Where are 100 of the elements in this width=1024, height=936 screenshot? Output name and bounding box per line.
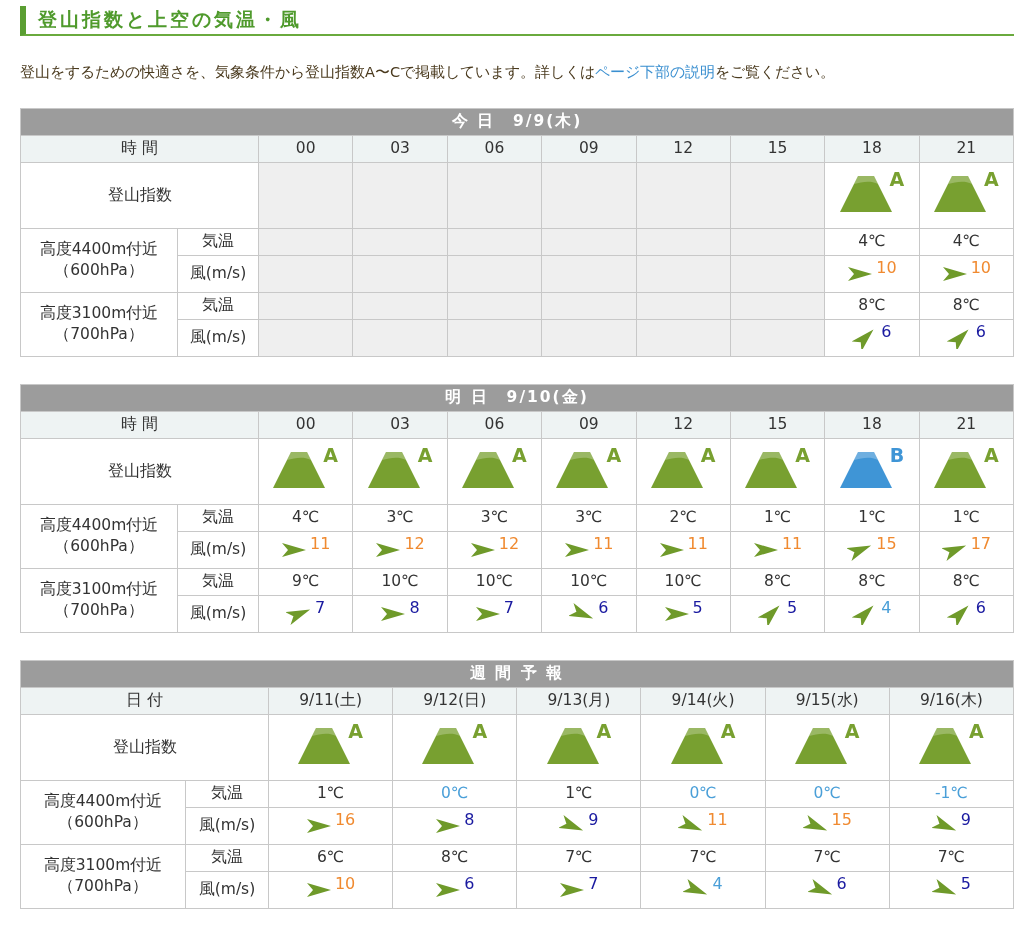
column-header: 9/12(日) [392, 687, 517, 715]
row-header: 気温 [185, 844, 269, 872]
temperature-value: 7℃ [640, 844, 766, 872]
column-header: 時 間 [20, 411, 259, 439]
wind-speed: 6 [464, 873, 475, 893]
index-grade: A [606, 445, 622, 465]
temperature-value: 0℃ [765, 780, 890, 808]
row-header: 登山指数 [20, 162, 259, 229]
wind-speed: 6 [975, 597, 986, 617]
pressure-label: （600hPa） [53, 536, 145, 558]
index-grade: A [795, 445, 810, 465]
temperature-value: 8℃ [824, 292, 920, 320]
column-header: 9/15(水) [765, 687, 890, 715]
wind-speed: 8 [409, 597, 420, 617]
row-header: 気温 [185, 780, 269, 808]
column-header: 12 [636, 135, 731, 163]
temperature-value: 7℃ [765, 844, 890, 872]
temperature-value: 0℃ [392, 780, 517, 808]
column-header: 9/13(月) [516, 687, 641, 715]
wind-speed: 4 [712, 873, 723, 893]
temperature-value: 8℃ [824, 568, 920, 596]
index-grade: A [844, 721, 860, 741]
temperature-value: 3℃ [541, 504, 636, 532]
index-grade: A [720, 721, 736, 741]
temperature-value: 7℃ [516, 844, 641, 872]
index-grade: A [983, 445, 999, 465]
wind-speed: 11 [687, 533, 708, 553]
row-header: 風(m/s) [177, 595, 259, 633]
column-header: 00 [258, 135, 353, 163]
wind-speed: 10 [970, 257, 991, 277]
row-header: 気温 [177, 568, 259, 596]
wind-speed: 9 [960, 809, 971, 829]
wind-speed: 17 [970, 533, 991, 553]
temperature-value: 6℃ [268, 844, 393, 872]
table-title: 週 間 予 報 [20, 660, 1014, 688]
index-grade: A [323, 445, 339, 465]
wind-speed: 5 [960, 873, 971, 893]
index-grade: A [348, 721, 363, 741]
index-grade: A [472, 721, 488, 741]
altitude-label: 高度3100m付近 [42, 855, 164, 877]
index-grade: A [596, 721, 612, 741]
wind-speed: 6 [836, 873, 847, 893]
column-header: 18 [824, 411, 920, 439]
wind-speed: 11 [310, 533, 331, 553]
wind-speed: 10 [334, 873, 356, 893]
wind-speed: 7 [503, 597, 515, 617]
index-grade: A [512, 445, 527, 465]
pressure-label: （700hPa） [57, 876, 149, 898]
wind-speed: 10 [876, 257, 897, 277]
row-header: 風(m/s) [185, 871, 269, 909]
index-grade: A [417, 445, 433, 465]
wind-speed: 16 [334, 809, 356, 829]
wind-speed: 11 [593, 533, 614, 553]
column-header: 06 [447, 411, 542, 439]
temperature-value: 4℃ [258, 504, 353, 532]
temperature-value: 3℃ [352, 504, 448, 532]
altitude-label: 高度3100m付近 [38, 579, 160, 601]
column-header: 12 [636, 411, 731, 439]
column-header: 9/14(火) [640, 687, 766, 715]
wind-speed: 15 [876, 533, 897, 553]
temperature-value: 8℃ [919, 292, 1014, 320]
row-header: 登山指数 [20, 438, 259, 505]
temperature-value: 4℃ [919, 228, 1014, 256]
wind-speed: 6 [881, 321, 892, 341]
wind-speed: 15 [831, 809, 852, 829]
table-title: 明 日 9/10(金) [20, 384, 1014, 412]
temperature-value: 1℃ [824, 504, 920, 532]
row-header: 風(m/s) [177, 255, 259, 293]
wind-speed: 6 [598, 597, 609, 617]
row-header: 気温 [177, 292, 259, 320]
row-header: 登山指数 [20, 714, 269, 781]
wind-speed: 11 [707, 809, 728, 829]
row-header: 風(m/s) [177, 531, 259, 569]
row-header: 気温 [177, 504, 259, 532]
column-header: 18 [824, 135, 920, 163]
column-header: 15 [730, 135, 825, 163]
altitude-label: 高度4400m付近 [38, 239, 160, 261]
column-header: 15 [730, 411, 825, 439]
index-grade: B [889, 445, 905, 465]
explanation-link[interactable]: ページ下部の説明 [595, 64, 716, 80]
temperature-value: 9℃ [258, 568, 353, 596]
temperature-value: 0℃ [640, 780, 766, 808]
temperature-value: -1℃ [889, 780, 1014, 808]
temperature-value: 1℃ [919, 504, 1014, 532]
index-grade: A [983, 169, 999, 189]
table-title: 今 日 9/9(木) [20, 108, 1014, 136]
pressure-label: （700hPa） [53, 324, 145, 346]
altitude-label: 高度4400m付近 [38, 515, 160, 537]
temperature-value: 4℃ [824, 228, 920, 256]
altitude-label: 高度4400m付近 [42, 791, 164, 813]
wind-speed: 7 [588, 873, 599, 893]
wind-speed: 6 [975, 321, 986, 341]
temperature-value: 10℃ [541, 568, 636, 596]
wind-speed: 4 [881, 597, 892, 617]
temperature-value: 8℃ [392, 844, 517, 872]
temperature-value: 7℃ [889, 844, 1014, 872]
pressure-label: （600hPa） [57, 812, 149, 834]
wind-speed: 5 [692, 597, 703, 617]
wind-speed: 11 [781, 533, 803, 553]
column-header: 00 [258, 411, 353, 439]
